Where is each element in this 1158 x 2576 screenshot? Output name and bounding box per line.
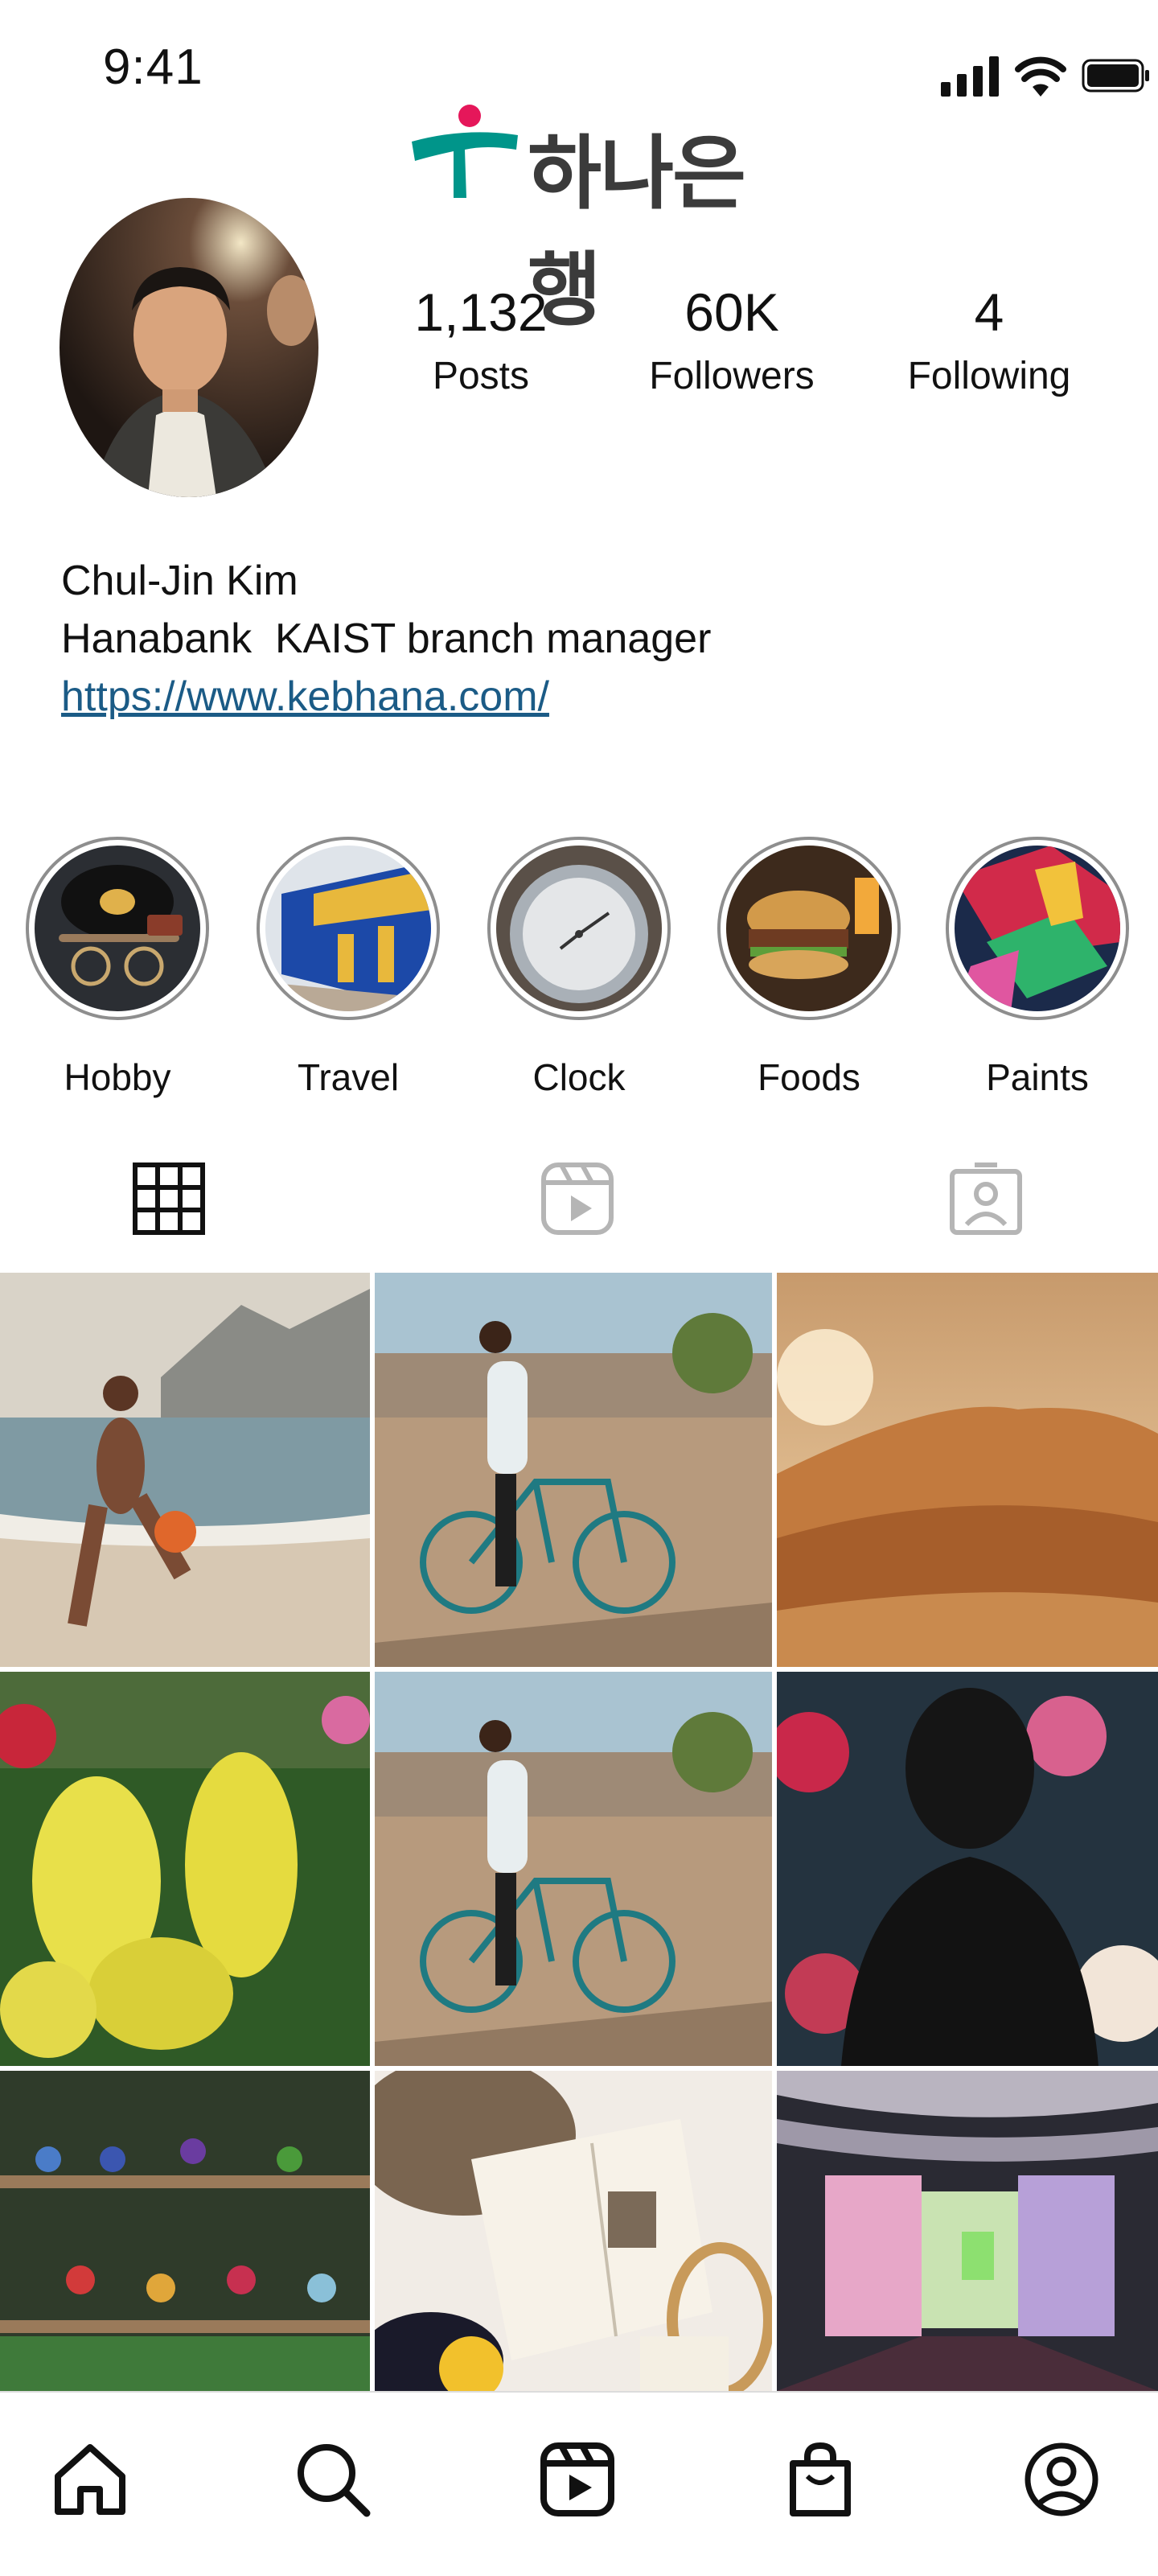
stat-posts[interactable]: 1,132 Posts xyxy=(376,282,585,398)
stat-posts-value: 1,132 xyxy=(414,282,548,342)
post-thumbnail[interactable] xyxy=(0,1273,370,1667)
post-thumbnail[interactable] xyxy=(375,2071,772,2391)
profile-name: Chul-Jin Kim xyxy=(61,558,298,604)
stat-following-label: Following xyxy=(907,355,1071,397)
highlight-ring xyxy=(717,837,901,1020)
highlight-ring xyxy=(257,837,440,1020)
signal-icon xyxy=(941,56,999,97)
highlight-hobby[interactable]: Hobby xyxy=(23,837,212,1099)
stat-following[interactable]: 4 Following xyxy=(885,282,1094,398)
profile-icon[interactable] xyxy=(1021,2439,1102,2520)
highlight-clock[interactable]: Clock xyxy=(484,837,674,1099)
highlight-travel-image xyxy=(265,846,431,1011)
reels-icon[interactable] xyxy=(537,2439,618,2520)
highlight-foods-label: Foods xyxy=(758,1056,860,1098)
highlight-foods[interactable]: Foods xyxy=(714,837,904,1099)
highlight-paints-image xyxy=(955,846,1120,1011)
status-icons xyxy=(941,56,1149,97)
profile-avatar[interactable] xyxy=(60,198,318,497)
highlight-paints-label: Paints xyxy=(986,1056,1089,1098)
shop-icon[interactable] xyxy=(780,2439,860,2520)
profile-link[interactable]: https://www.kebhana.com/ xyxy=(61,668,711,726)
bottom-nav xyxy=(0,2391,1158,2576)
highlight-hobby-image xyxy=(35,846,200,1011)
stat-following-value: 4 xyxy=(974,282,1004,342)
post-thumbnail[interactable] xyxy=(777,1672,1158,2066)
stat-posts-label: Posts xyxy=(432,355,530,397)
reels-tab-icon[interactable] xyxy=(540,1162,614,1236)
highlight-clock-label: Clock xyxy=(532,1056,626,1098)
search-icon[interactable] xyxy=(293,2439,373,2520)
grid-icon[interactable] xyxy=(132,1162,206,1236)
wifi-icon xyxy=(1015,56,1066,97)
highlight-paints[interactable]: Paints xyxy=(942,837,1132,1099)
post-thumbnail[interactable] xyxy=(375,1672,772,2066)
home-icon[interactable] xyxy=(50,2439,130,2520)
post-thumbnail[interactable] xyxy=(777,1273,1158,1667)
highlight-foods-image xyxy=(726,846,892,1011)
post-thumbnail[interactable] xyxy=(777,2071,1158,2391)
post-thumbnail[interactable] xyxy=(375,1273,772,1667)
status-time: 9:41 xyxy=(103,39,203,95)
tagged-icon[interactable] xyxy=(949,1162,1023,1236)
highlight-travel-label: Travel xyxy=(297,1056,400,1098)
post-grid xyxy=(0,1273,1158,2391)
highlight-ring xyxy=(946,837,1129,1020)
stat-followers-label: Followers xyxy=(649,355,815,397)
highlight-hobby-label: Hobby xyxy=(64,1056,171,1098)
highlight-ring xyxy=(26,837,209,1020)
stat-followers[interactable]: 60K Followers xyxy=(627,282,836,398)
highlight-travel[interactable]: Travel xyxy=(253,837,443,1099)
battery-icon xyxy=(1082,59,1149,93)
post-thumbnail[interactable] xyxy=(0,1672,370,2066)
stat-followers-value: 60K xyxy=(684,282,779,342)
hana-logo-icon xyxy=(412,105,518,198)
profile-bio: Chul-Jin Kim Hanabank KAIST branch manag… xyxy=(61,552,711,726)
highlight-ring xyxy=(487,837,671,1020)
brand-logo: 하나은행 xyxy=(409,100,795,337)
highlight-clock-image xyxy=(496,846,662,1011)
post-thumbnail[interactable] xyxy=(0,2071,370,2391)
profile-description: Hanabank KAIST branch manager xyxy=(61,615,712,662)
